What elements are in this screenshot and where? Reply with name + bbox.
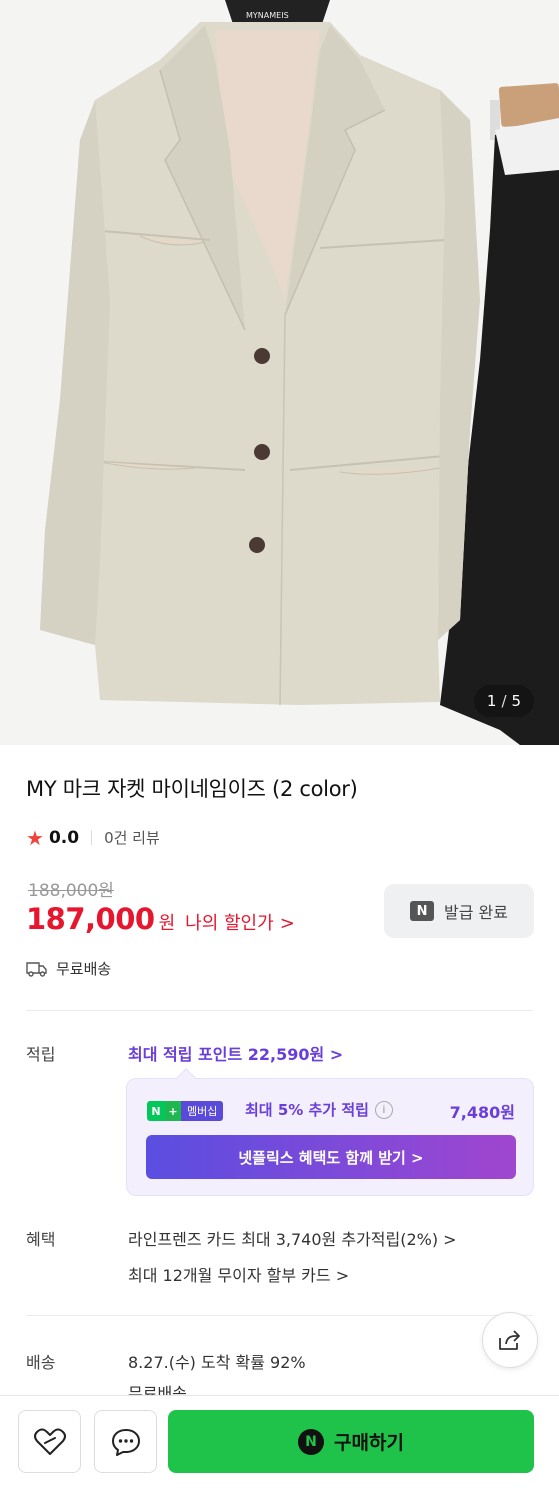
info-icon[interactable]: i [374,1100,393,1119]
sale-price-row[interactable]: 187,000 원 나의 할인가 > [26,902,295,936]
shipping-row: 무료배송 [26,958,111,979]
max-point-link[interactable]: 최대 적립 포인트 22,590원 > [128,1041,343,1065]
bottom-action-bar: N 구매하기 [0,1395,559,1500]
chat-icon [111,1428,140,1456]
chevron-right-icon: > [279,913,295,934]
buy-button[interactable]: N 구매하기 [168,1410,534,1473]
share-icon [499,1330,520,1350]
badge-membership-label: 멤버십 [181,1101,224,1121]
product-title: MY 마크 자켓 마이네임이즈 (2 color) [26,777,358,801]
membership-point-box: N + 멤버십 최대 5% 추가 적립 i 7,480원 넷플릭스 혜택도 함께… [126,1068,534,1196]
image-counter-total: 5 [511,692,522,710]
review-count-link[interactable]: 0건 리뷰 [104,827,160,848]
extra-point-amount: 7,480원 [449,1103,515,1122]
naver-plus-membership-badge: N + 멤버십 [147,1101,224,1121]
coupon-issued-label: 발급 완료 [444,903,508,922]
coupon-issued-button[interactable]: N 발급 완료 [384,884,534,938]
section-divider [26,1315,533,1316]
benefit-installment-link[interactable]: 최대 12개월 무이자 할부 카드 > [128,1262,349,1286]
delivery-arrival-estimate: 8.27.(수) 도착 확률 92% [128,1353,306,1372]
netflix-benefit-button[interactable]: 넷플릭스 혜택도 함께 받기 > [146,1135,516,1179]
zzim-button[interactable] [18,1410,81,1473]
benefits-section-label: 혜택 [26,1230,56,1249]
image-counter: 1 / 5 [474,685,534,717]
free-shipping-label: 무료배송 [56,960,112,978]
product-photo: MYNAMEIS [0,0,559,745]
rating-row[interactable]: ★ 0.0 0건 리뷰 [26,827,160,848]
original-price: 188,000원 [28,881,114,901]
truck-icon [26,961,47,977]
rating-divider [91,830,93,845]
talk-button[interactable] [94,1410,157,1473]
share-button[interactable] [482,1312,538,1368]
badge-n: N [147,1101,165,1121]
heart-icon [33,1428,66,1455]
sale-price: 187,000 [26,902,155,936]
product-image-gallery[interactable]: MYNAMEIS 1 / 5 [0,0,559,745]
star-icon: ★ [26,825,44,850]
extra-point-text: 최대 5% 추가 적립 [245,1101,369,1119]
badge-plus: + [165,1101,181,1121]
extra-point-text-row: 최대 5% 추가 적립 i [245,1099,393,1120]
naver-pay-n-icon: N [298,1428,325,1455]
delivery-section-label: 배송 [26,1353,56,1372]
image-counter-current: 1 [486,692,497,710]
hanger-brand-text: MYNAMEIS [246,11,289,20]
my-discount-link[interactable]: 나의 할인가 [185,909,274,935]
buy-button-label: 구매하기 [334,1432,404,1454]
point-box-tail [176,1068,196,1088]
points-section-label: 적립 [26,1045,56,1064]
benefit-card-points-link[interactable]: 라인프렌즈 카드 최대 3,740원 추가적립(2%) > [128,1226,457,1250]
section-divider [26,1010,533,1011]
currency-unit: 원 [158,913,176,934]
rating-score: 0.0 [48,827,80,848]
naver-n-icon: N [410,901,435,921]
image-counter-separator: / [501,692,507,710]
